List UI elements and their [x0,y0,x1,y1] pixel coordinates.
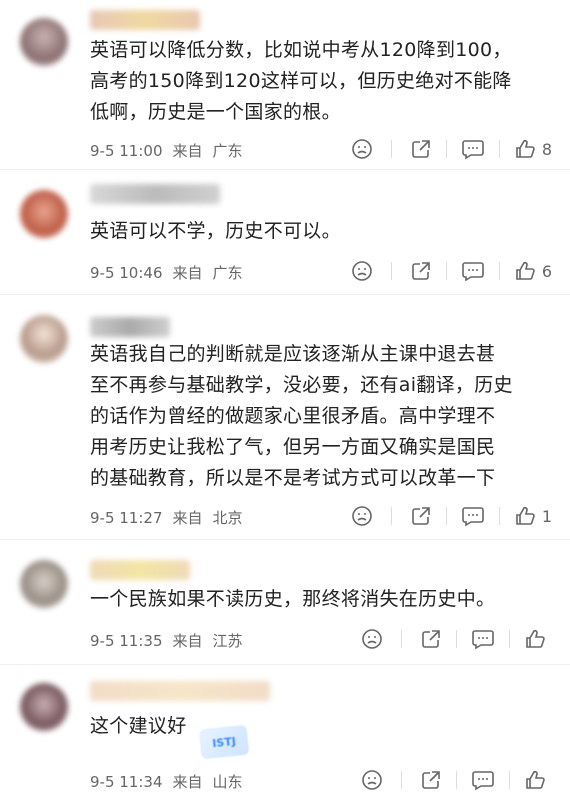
username[interactable] [90,681,270,701]
like-icon [516,506,535,525]
comment-actions: 6 [351,260,552,282]
comment-button[interactable] [471,628,495,650]
share-icon [412,507,430,525]
like-count: 6 [541,261,552,281]
comment-from: 来自 [172,264,203,282]
comment-icon [472,771,494,791]
like-count: 8 [541,139,552,159]
share-button[interactable] [410,505,432,527]
comment-meta: 9-5 10:46 来自 广东 [90,262,243,283]
comment-date: 9-5 10:46 [90,263,163,282]
like-icon [516,261,535,280]
comment-from: 来自 [172,509,203,527]
dislike-icon [352,139,372,159]
share-button[interactable] [420,769,442,791]
dislike-button[interactable] [351,260,373,282]
comment-date: 9-5 11:35 [90,631,163,650]
username[interactable] [90,560,190,580]
share-button[interactable] [410,138,432,160]
comment-text: 英语可以不学，历史不可以。 [90,220,341,242]
dislike-button[interactable] [361,769,383,791]
avatar[interactable] [20,560,68,608]
share-icon [422,630,440,648]
comment-from: 来自 [172,773,203,791]
comment-item: 英语可以不学，历史不可以。 9-5 10:46 来自 广东 6 [0,170,570,295]
comment-from: 来自 [172,142,203,160]
comment-item: 这个建议好 9-5 11:34 来自 山东 [0,665,570,800]
comment-icon [472,630,494,650]
comment-meta: 9-5 11:35 来自 江苏 [90,630,243,651]
dislike-icon [362,770,382,790]
comment-actions: 8 [351,138,552,160]
comment-date: 9-5 11:00 [90,141,163,160]
share-icon [422,771,440,789]
comment-location: 广东 [212,264,243,282]
comment-location: 北京 [212,509,243,527]
comment-meta: 9-5 11:27 来自 北京 [90,507,243,528]
comment-item: 英语我自己的判断就是应该逐渐从主课中退去甚 至不再参与基础教学，没必要，还有ai… [0,295,570,540]
comment-text: 这个建议好 [90,715,187,737]
comment-icon [462,140,484,160]
comment-actions [361,769,552,791]
like-count: 1 [541,506,552,526]
like-button[interactable]: 6 [514,260,552,282]
comment-actions: 1 [351,505,552,527]
share-button[interactable] [420,628,442,650]
comment-location: 广东 [212,142,243,160]
comment-date: 9-5 11:34 [90,772,163,791]
like-icon [526,770,545,789]
watermark-badge: ISTJ [198,724,250,760]
like-icon [526,629,545,648]
dislike-button[interactable] [351,138,373,160]
share-button[interactable] [410,260,432,282]
avatar[interactable] [20,683,68,731]
comment-item: 一个民族如果不读历史，那终将消失在历史中。 9-5 11:35 来自 江苏 [0,540,570,665]
comment-location: 江苏 [212,632,243,650]
comment-from: 来自 [172,632,203,650]
comment-text: 英语可以降低分数，比如说中考从120降到100， 高考的150降到120这样可以… [90,39,512,123]
comment-button[interactable] [461,260,485,282]
comment-meta: 9-5 11:00 来自 广东 [90,140,243,161]
like-button[interactable] [524,769,552,791]
like-icon [516,139,535,158]
share-icon [412,262,430,280]
comment-button[interactable] [461,505,485,527]
comment-item: 英语可以降低分数，比如说中考从120降到100， 高考的150降到120这样可以… [0,0,570,170]
like-button[interactable]: 1 [514,505,552,527]
dislike-button[interactable] [351,505,373,527]
comment-actions [361,628,552,650]
comment-meta: 9-5 11:34 来自 山东 [90,771,243,792]
like-button[interactable] [524,628,552,650]
comment-text: 英语我自己的判断就是应该逐渐从主课中退去甚 至不再参与基础教学，没必要，还有ai… [90,343,513,489]
dislike-icon [352,261,372,281]
dislike-icon [352,506,372,526]
username[interactable] [90,317,170,337]
username[interactable] [90,184,220,204]
dislike-icon [362,629,382,649]
avatar[interactable] [20,315,68,363]
comment-icon [462,262,484,282]
avatar[interactable] [20,18,68,66]
avatar[interactable] [20,190,68,238]
comment-button[interactable] [471,769,495,791]
comment-location: 山东 [212,773,243,791]
comment-button[interactable] [461,138,485,160]
share-icon [412,140,430,158]
comment-icon [462,507,484,527]
comment-text: 一个民族如果不读历史，那终将消失在历史中。 [90,588,496,610]
dislike-button[interactable] [361,628,383,650]
comment-date: 9-5 11:27 [90,508,163,527]
like-button[interactable]: 8 [514,138,552,160]
username[interactable] [90,10,200,30]
